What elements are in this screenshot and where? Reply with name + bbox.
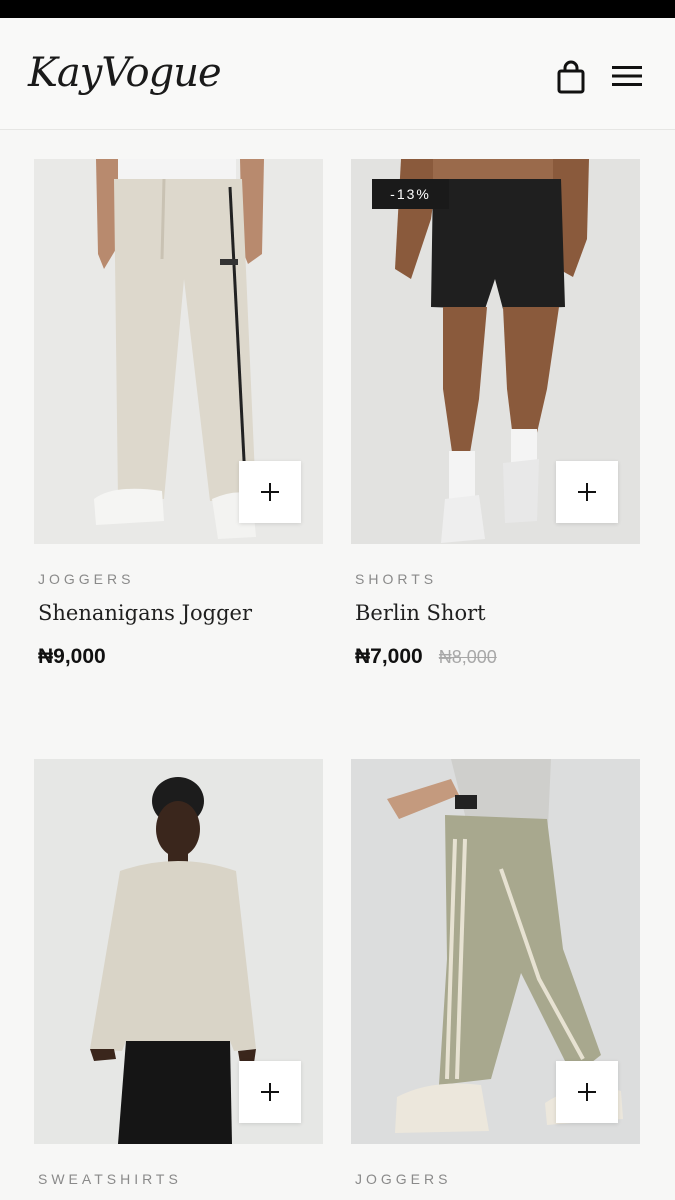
product-card[interactable]: -13% SHORTS Berlin Short ₦7,000 ₦8,000 [351,159,640,668]
product-image[interactable] [34,159,323,544]
product-card[interactable]: JOGGERS [351,759,640,1187]
product-image[interactable] [351,759,640,1144]
plus-icon [261,483,279,501]
add-to-cart-button[interactable] [556,461,618,523]
add-to-cart-button[interactable] [556,1061,618,1123]
plus-icon [578,1083,596,1101]
product-price: ₦9,000 [38,645,106,668]
plus-icon [578,483,596,501]
product-price: ₦7,000 [355,645,423,668]
product-name[interactable]: Berlin Short [355,601,486,625]
product-category: JOGGERS [38,571,135,587]
price-row: ₦7,000 ₦8,000 [355,645,497,669]
discount-badge: -13% [372,179,449,209]
product-category: SHORTS [355,571,438,587]
original-price: ₦8,000 [438,647,497,667]
add-to-cart-button[interactable] [239,1061,301,1123]
product-image[interactable]: -13% [351,159,640,544]
add-to-cart-button[interactable] [239,461,301,523]
product-card[interactable]: SWEATSHIRTS [34,759,323,1187]
product-grid: JOGGERS Shenanigans Jogger ₦9,000 -13% S… [0,0,675,1200]
price-row: ₦9,000 [38,645,106,669]
product-category: JOGGERS [355,1171,452,1187]
product-name[interactable]: Shenanigans Jogger [38,601,252,625]
product-image[interactable] [34,759,323,1144]
product-category: SWEATSHIRTS [38,1171,182,1187]
product-card[interactable]: JOGGERS Shenanigans Jogger ₦9,000 [34,159,323,668]
plus-icon [261,1083,279,1101]
